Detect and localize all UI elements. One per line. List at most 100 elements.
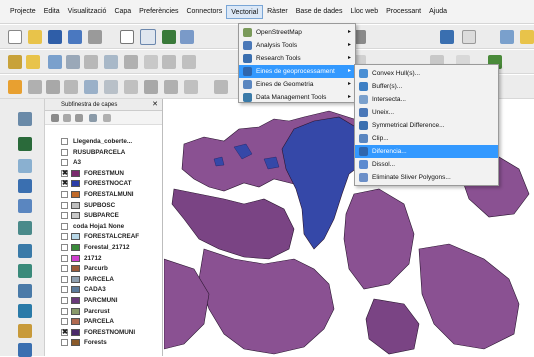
layer-visibility-checkbox[interactable] xyxy=(61,297,68,304)
digitize-icon[interactable] xyxy=(214,80,228,94)
menu-prefer-ncies[interactable]: Preferències xyxy=(135,5,182,19)
geoprocessing-item-8[interactable]: Dissol... xyxy=(355,158,498,171)
delete-icon[interactable] xyxy=(124,55,138,69)
layer-row[interactable]: A3 xyxy=(45,158,163,168)
save-as-icon[interactable] xyxy=(68,30,82,44)
vector-menu-item-6[interactable]: Data Management Tools ▸ xyxy=(239,91,355,104)
menu-base-de-dades[interactable]: Base de dades xyxy=(292,5,347,19)
add-raster-layer-icon[interactable] xyxy=(28,80,42,94)
layer-visibility-checkbox[interactable] xyxy=(61,148,68,156)
add-feature-icon[interactable] xyxy=(66,55,80,69)
new-shapefile-icon[interactable] xyxy=(164,80,178,94)
menu-r-ster[interactable]: Ràster xyxy=(263,5,292,19)
layer-visibility-checkbox[interactable] xyxy=(61,254,68,262)
layer-visibility-checkbox[interactable] xyxy=(61,222,68,230)
add-mssql-icon[interactable] xyxy=(18,304,32,318)
menu-ajuda[interactable]: Ajuda xyxy=(425,5,451,19)
close-panel-icon[interactable]: ✕ xyxy=(152,99,158,111)
select-icon[interactable] xyxy=(120,30,134,44)
layer-row[interactable]: PARCELA xyxy=(45,317,163,327)
layer-visibility-checkbox[interactable]: ✖ xyxy=(61,328,68,336)
add-vector-layer-icon[interactable] xyxy=(8,80,22,94)
add-delimited-text-icon[interactable] xyxy=(18,324,32,338)
geoprocessing-item-1[interactable]: Convex Hull(s)... xyxy=(355,67,498,80)
layer-visibility-checkbox[interactable]: ✖ xyxy=(61,169,68,177)
menu-lloc-web[interactable]: Lloc web xyxy=(346,5,382,19)
layer-visibility-checkbox[interactable] xyxy=(61,275,68,283)
open-layer-styling-icon[interactable] xyxy=(51,114,59,122)
menu-processant[interactable]: Processant xyxy=(382,5,425,19)
menu-edita[interactable]: Edita xyxy=(40,5,64,19)
new-layer-icon[interactable] xyxy=(184,80,198,94)
expand-all-icon[interactable] xyxy=(89,114,97,122)
add-group-icon[interactable] xyxy=(63,114,71,122)
geoprocessing-item-2[interactable]: Buffer(s)... xyxy=(355,80,498,93)
vector-menu-item-5[interactable]: Eines de Geometria ▸ xyxy=(239,78,355,91)
layer-row[interactable]: 21712 xyxy=(45,254,163,264)
remove-layer-icon[interactable] xyxy=(103,114,111,122)
layer-row[interactable]: CADA3 xyxy=(45,285,163,295)
geoprocessing-item-4[interactable]: Uneix... xyxy=(355,106,498,119)
toggle-editing-icon[interactable] xyxy=(26,55,40,69)
add-csv-icon[interactable] xyxy=(124,80,138,94)
save-edits-icon[interactable] xyxy=(48,55,62,69)
add-line-icon[interactable] xyxy=(18,179,32,193)
add-text-layer-icon[interactable] xyxy=(144,80,158,94)
add-spatialite-icon[interactable] xyxy=(64,80,78,94)
new-project-icon[interactable] xyxy=(8,30,22,44)
geoprocessing-item-7[interactable]: Diferencia... xyxy=(355,145,498,158)
layer-row[interactable]: PARCMUNI xyxy=(45,296,163,306)
pan-to-selection-icon[interactable] xyxy=(162,30,176,44)
geoprocessing-item-3[interactable]: Intersecta... xyxy=(355,93,498,106)
layer-row[interactable]: coda Hoja1 None xyxy=(45,222,163,232)
add-virtual-layer-icon[interactable] xyxy=(18,244,32,258)
add-wms-icon[interactable] xyxy=(84,80,98,94)
add-db2-icon[interactable] xyxy=(18,284,32,298)
layer-row[interactable]: SUPBOSC xyxy=(45,201,163,211)
layer-row[interactable]: Forests xyxy=(45,338,163,348)
layer-row[interactable]: Forestal_21712 xyxy=(45,243,163,253)
layer-visibility-checkbox[interactable] xyxy=(61,212,68,220)
geoprocessing-item-6[interactable]: Clip... xyxy=(355,132,498,145)
add-postgis-icon[interactable] xyxy=(46,80,60,94)
layer-row[interactable]: FORESTALMUNI xyxy=(45,190,163,200)
add-oracle-icon[interactable] xyxy=(18,264,32,278)
layer-visibility-checkbox[interactable] xyxy=(61,286,68,294)
layer-row[interactable]: Parcurb xyxy=(45,264,163,274)
open-project-icon[interactable] xyxy=(28,30,42,44)
layer-row[interactable]: RUSUBPARCELA xyxy=(45,148,163,158)
layer-visibility-checkbox[interactable] xyxy=(61,138,68,145)
cut-icon[interactable] xyxy=(144,55,158,69)
edit-pencil-icon[interactable] xyxy=(8,55,22,69)
add-mesh-icon[interactable] xyxy=(18,159,32,173)
layer-visibility-checkbox[interactable] xyxy=(61,307,68,315)
paste-icon[interactable] xyxy=(182,55,196,69)
field-calculator-icon[interactable] xyxy=(520,30,534,44)
layer-row[interactable]: Parcrust xyxy=(45,307,163,317)
layer-visibility-checkbox[interactable] xyxy=(61,159,68,167)
add-point-icon[interactable] xyxy=(18,199,32,213)
filter-legend-icon[interactable] xyxy=(75,114,83,122)
search-icon[interactable] xyxy=(440,30,454,44)
layer-visibility-checkbox[interactable] xyxy=(61,244,68,251)
vector-menu-item-1[interactable]: OpenStreetMap ▸ xyxy=(239,26,355,39)
layer-row[interactable]: FORESTALCREAF xyxy=(45,232,163,242)
menu-connectors[interactable]: Connectors xyxy=(182,5,226,19)
select-feature-icon[interactable] xyxy=(462,30,476,44)
copy-icon[interactable] xyxy=(162,55,176,69)
layer-row[interactable]: ✖ FORESTNOCAT xyxy=(45,179,163,189)
pan-hand-icon[interactable] xyxy=(140,29,156,45)
layer-row[interactable]: ✖ FORESTNOMUNI xyxy=(45,328,163,338)
geoprocessing-item-9[interactable]: Eliminate Sliver Polygons... xyxy=(355,171,498,184)
attribute-table-icon[interactable] xyxy=(500,30,514,44)
layer-row[interactable]: SUBPARCE xyxy=(45,211,163,221)
add-raster-icon[interactable] xyxy=(18,137,32,151)
layer-row[interactable]: Llegenda_coberte... xyxy=(45,137,163,147)
move-feature-icon[interactable] xyxy=(104,55,118,69)
layer-visibility-checkbox[interactable] xyxy=(61,233,68,241)
menu-capa[interactable]: Capa xyxy=(110,5,135,19)
geoprocessing-item-5[interactable]: Symmetrical Difference... xyxy=(355,119,498,132)
menu-projecte[interactable]: Projecte xyxy=(6,5,40,19)
layer-visibility-checkbox[interactable] xyxy=(61,339,68,347)
print-composer-icon[interactable] xyxy=(88,30,102,44)
